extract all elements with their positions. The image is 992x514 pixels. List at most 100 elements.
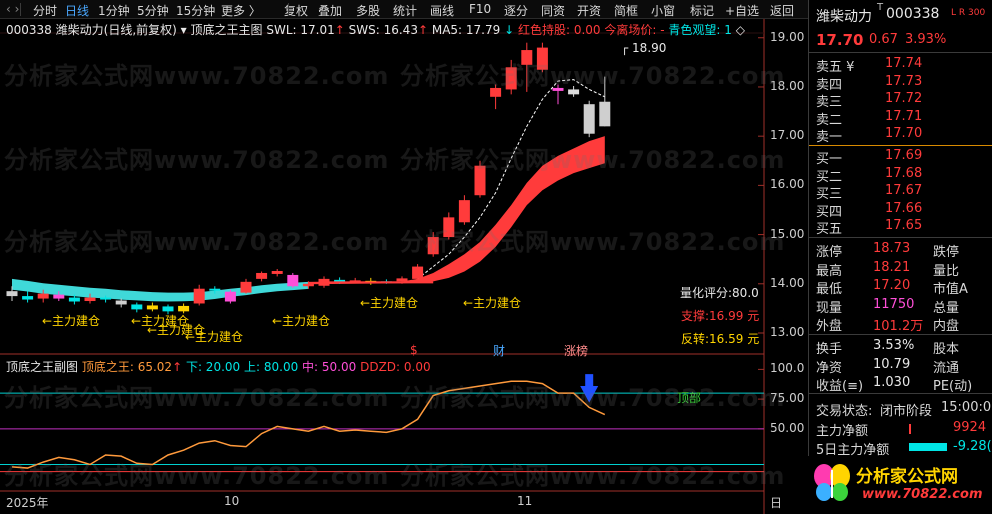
add-watchlist-button[interactable]: +自选 [725,2,759,19]
event-rank[interactable]: 涨榜 [564,342,588,359]
bid-price[interactable]: 17.66 [885,201,922,216]
stats-button[interactable]: 统计 [393,2,417,19]
candle-body [6,291,18,297]
ask-label: 卖四 [816,77,843,93]
trade-state-label: 交易状态: [816,404,873,419]
stock-name-period: 潍柴动力(日线,前复权) [55,23,177,37]
build-label: ←主力建仓 [272,314,331,328]
ma5-value: MA5: 17.79 [431,23,501,37]
event-dollar[interactable]: $ [410,343,418,357]
bid-price[interactable]: 17.68 [885,166,922,181]
quote-change: 0.67 [869,32,898,47]
candle-body [240,281,252,293]
tab-intraday[interactable]: 分时 [33,2,57,19]
main-chart-header: 000338 潍柴动力(日线,前复权) ▾ 顶底之王主图 SWL: 17.01↑… [6,21,745,38]
bid-price[interactable]: 17.69 [885,148,922,163]
diamond-icon[interactable]: ◇ [736,23,745,37]
candle-body [178,305,190,312]
candle[interactable] [412,264,424,282]
stat-value: 11750 [873,296,915,312]
candle-body [302,283,314,287]
candle-body [443,217,455,238]
candle[interactable] [224,289,236,304]
candle[interactable] [583,100,595,138]
stat-label: 内盘 [933,319,960,335]
multi-stock-button[interactable]: 多股 [356,2,380,19]
candle-body [22,296,34,300]
support-label: 支撑:16.99 元 [681,309,760,323]
candle-body [396,278,408,282]
tab-5min[interactable]: 5分钟 [137,2,169,19]
toolbar-separator [288,3,289,16]
simple-frame-button[interactable]: 简框 [614,2,638,19]
candle-body [84,297,96,302]
tab-1min[interactable]: 1分钟 [98,2,130,19]
exit-price: 今离场价: - [604,23,665,37]
overlay-button[interactable]: 叠加 [318,2,342,19]
stat-label: 量比 [933,263,960,279]
open-capital-button[interactable]: 开资 [577,2,601,19]
swl-value: SWL: 17.01 [266,23,335,37]
sws-value: SWS: 16.43 [348,23,418,37]
stat-label: 收益(≡) [816,379,864,395]
ask-price[interactable]: 17.73 [885,74,922,89]
ask-label: 卖一 [816,130,843,146]
candle[interactable] [474,160,486,198]
stat-label: 跌停 [933,245,960,260]
indicator-name[interactable]: 顶底之王主图 [191,23,263,37]
chart-area[interactable] [0,19,808,514]
f10-button[interactable]: F10 [469,2,491,16]
ask-price[interactable]: 17.71 [885,109,922,124]
x-axis-month-10: 10 [224,494,240,508]
quote-stock-name: 潍柴动力 [816,9,872,25]
tab-15min[interactable]: 15分钟 [176,2,215,19]
stat-label: 总量 [933,300,960,316]
price-tick-label: 19.00 [770,29,805,44]
stat-value: 101.2万 [873,319,924,335]
by-minute-button[interactable]: 逐分 [504,2,528,19]
mini-window-button[interactable]: 小窗 [651,2,675,19]
same-capital-button[interactable]: 同资 [541,2,565,19]
bid-label: 买二 [816,169,843,185]
ask-price[interactable]: 17.70 [885,126,922,141]
nav-arrows-icon[interactable]: ‹ › [6,2,19,16]
event-finance[interactable]: 财 [493,342,505,359]
sub-chart-header: 顶底之王副图 顶底之王: 65.02↑ 下: 20.00 上: 80.00 中:… [6,358,431,375]
bid-label: 买一 [816,152,843,167]
candle-body [552,87,564,91]
osc-tick-label: 100.0 [770,361,805,376]
dropdown-icon[interactable]: ▾ [181,23,187,37]
stat-value: 1.030 [873,375,911,391]
bid-price[interactable]: 17.65 [885,218,922,233]
logo-text: 分析家公式网 [856,467,958,487]
candle-body [271,271,283,274]
more-menu[interactable]: 更多 〉 [221,2,261,19]
stat-value: 3.53% [873,338,915,353]
x-axis-day: 日 [770,496,783,510]
stat-label: 流通 [933,360,960,376]
bid-price[interactable]: 17.67 [885,183,922,198]
ask-price[interactable]: 17.72 [885,91,922,106]
price-tick-label: 14.00 [770,275,805,290]
ask-price[interactable]: 17.74 [885,56,922,71]
candle-body [256,272,268,279]
divider [809,237,992,238]
net-main-value: 9924 [953,420,987,435]
quote-panel: 潍柴动力 T 000338 L R 300 17.70 0.67 3.93% 卖… [808,0,992,514]
trade-state: 闭市阶段 [880,404,933,419]
watch-value: 青色观望: 1 [668,23,732,37]
candle-body [209,288,221,291]
mark-button[interactable]: 标记 [690,2,714,19]
back-button[interactable]: 返回 [770,2,794,19]
tab-daily[interactable]: 日线 [65,2,89,19]
top-label: 顶部 [677,391,702,405]
divider [809,334,992,335]
sub-indicator-name[interactable]: 顶底之王副图 [6,360,78,374]
build-label: ←主力建仓 [360,296,419,310]
build-label: ←主力建仓 [42,314,101,328]
candle-body [427,237,439,255]
site-logo[interactable]: 分析家公式网 www.70822.com [808,456,992,514]
draw-line-button[interactable]: 画线 [430,2,454,19]
candle[interactable] [287,272,299,288]
candle-body [583,104,595,134]
